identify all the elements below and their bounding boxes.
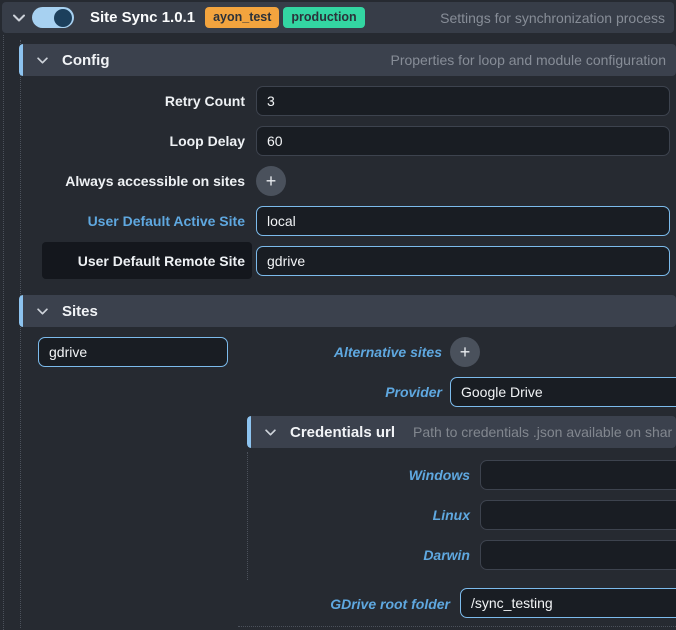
add-alternative-site-button[interactable]: + <box>450 337 480 367</box>
config-section-title: Config <box>62 51 110 69</box>
retry-count-label: Retry Count <box>164 93 245 109</box>
site-sync-settings-page: Site Sync 1.0.1 ayon_test production Set… <box>0 0 676 630</box>
credentials-darwin-label: Darwin <box>423 547 470 563</box>
loop-delay-label: Loop Delay <box>169 133 245 149</box>
bundle-badge: ayon_test <box>205 7 280 28</box>
retry-count-input[interactable] <box>256 86 670 116</box>
addon-enabled-toggle[interactable] <box>32 7 74 28</box>
toggle-knob <box>54 8 72 27</box>
credentials-section-description: Path to credentials .json available on s… <box>413 424 673 440</box>
remote-site-input[interactable] <box>256 246 670 276</box>
credentials-darwin-input[interactable] <box>480 540 676 570</box>
provider-select[interactable] <box>450 377 676 407</box>
provider-label: Provider <box>385 384 442 400</box>
always-accessible-label: Always accessible on sites <box>65 173 245 189</box>
add-site-button[interactable]: + <box>256 166 286 196</box>
remote-site-label: User Default Remote Site <box>77 253 245 269</box>
addon-title: Site Sync 1.0.1 <box>90 9 196 26</box>
gdrive-root-folder-input[interactable] <box>460 588 676 618</box>
loop-delay-input[interactable] <box>256 126 670 156</box>
credentials-section-header[interactable]: Credentials url Path to credentials .jso… <box>247 416 676 448</box>
credentials-section-title: Credentials url <box>290 423 396 441</box>
site-name-input[interactable] <box>38 337 228 367</box>
chevron-down-icon[interactable] <box>263 428 277 436</box>
badge-group: ayon_test production <box>205 7 365 28</box>
chevron-down-icon[interactable] <box>35 307 49 315</box>
indent-guide-addon <box>3 35 4 630</box>
sites-section-header[interactable]: Sites <box>19 295 676 327</box>
config-section-header[interactable]: Config Properties for loop and module co… <box>19 44 676 76</box>
gdrive-root-folder-label: GDrive root folder <box>330 596 450 612</box>
alternative-sites-label: Alternative sites <box>333 344 442 360</box>
chevron-down-icon[interactable] <box>35 56 49 64</box>
credentials-linux-input[interactable] <box>480 500 676 530</box>
sites-section-title: Sites <box>62 302 98 320</box>
active-site-label: User Default Active Site <box>87 213 245 229</box>
active-site-input[interactable] <box>256 206 670 236</box>
addon-header-bar[interactable]: Site Sync 1.0.1 ayon_test production Set… <box>2 2 674 33</box>
indent-guide-bottom <box>238 626 676 627</box>
credentials-windows-input[interactable] <box>480 460 676 490</box>
indent-guide-credentials <box>247 452 248 580</box>
variant-badge: production <box>283 7 365 28</box>
config-section-description: Properties for loop and module configura… <box>390 52 666 68</box>
credentials-linux-label: Linux <box>432 507 470 523</box>
addon-description: Settings for synchronization process <box>440 9 665 26</box>
credentials-windows-label: Windows <box>408 467 470 483</box>
chevron-down-icon[interactable] <box>11 14 27 22</box>
